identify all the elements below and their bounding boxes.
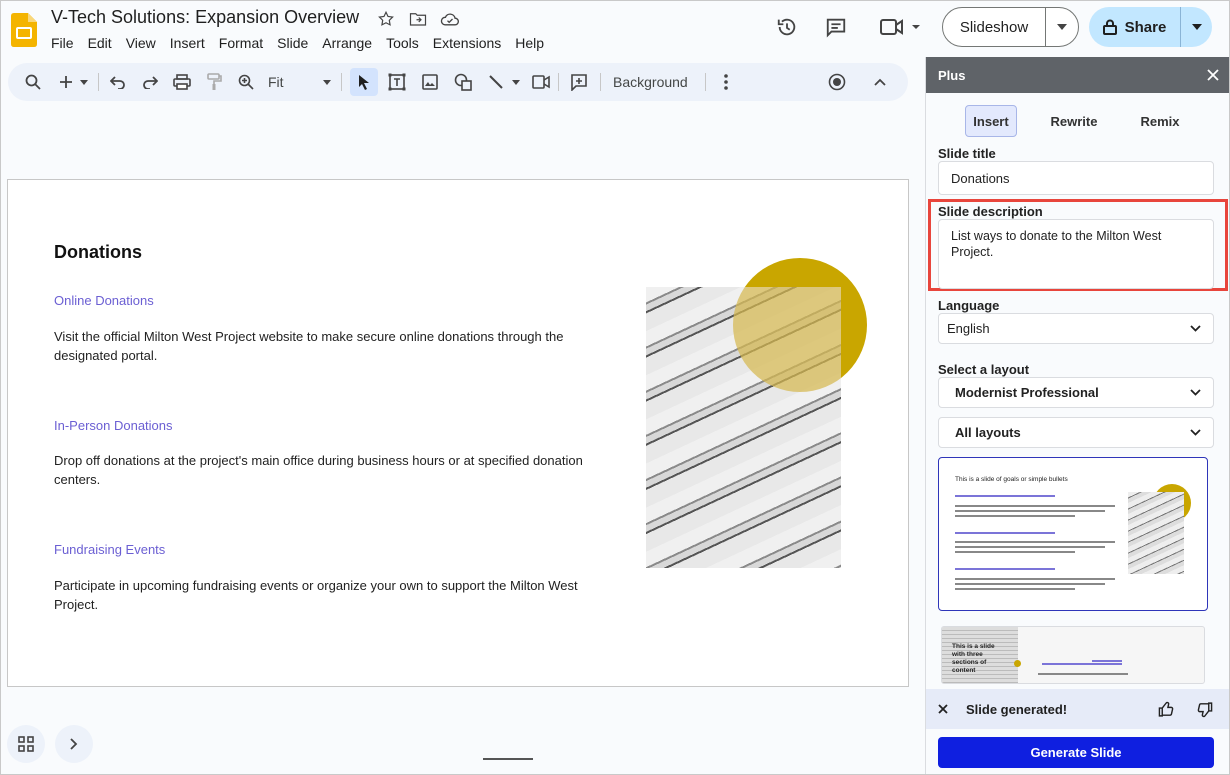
line-dropdown-icon[interactable] [510,72,522,92]
close-icon[interactable] [1207,69,1219,81]
slide-title[interactable]: Donations [54,242,142,263]
resize-handle[interactable] [483,758,533,760]
slide-title-input[interactable]: Donations [938,161,1214,195]
menu-format[interactable]: Format [219,35,270,51]
menu-view[interactable]: View [126,35,163,51]
menu-tools[interactable]: Tools [386,35,426,51]
cloud-status-icon[interactable] [439,9,461,29]
menu-help[interactable]: Help [515,35,551,51]
menu-file[interactable]: File [51,35,81,51]
chevron-down-icon [1190,325,1201,332]
chevron-right-icon [70,738,78,750]
expand-filmstrip-button[interactable] [55,725,93,763]
print-icon[interactable] [171,72,193,92]
share-dropdown-icon[interactable] [1181,7,1212,47]
dismiss-icon[interactable] [938,704,948,714]
document-title[interactable]: V-Tech Solutions: Expansion Overview [51,7,359,28]
section-heading[interactable]: Online Donations [54,293,154,308]
layout-filter-value: All layouts [955,425,1021,440]
status-text: Slide generated! [966,701,1068,717]
thumbnail-title: This is a slide with three sections of c… [952,643,995,674]
move-folder-icon[interactable] [407,9,429,29]
insert-image-icon[interactable] [419,72,441,92]
generate-slide-button[interactable]: Generate Slide [938,737,1214,768]
share-label: Share [1124,18,1167,36]
section-heading[interactable]: Fundraising Events [54,542,165,557]
toolbar: Fit Background [8,63,908,101]
language-value: English [947,321,990,336]
panel-title: Plus [938,67,966,83]
lock-icon [1102,19,1117,35]
slide-description-label: Slide description [938,204,1043,219]
menu-extensions[interactable]: Extensions [433,35,508,51]
section-body[interactable]: Drop off donations at the project's main… [54,451,624,489]
search-menus-icon[interactable] [22,72,44,92]
section-heading[interactable]: In-Person Donations [54,418,173,433]
thumbs-up-icon[interactable] [1158,701,1175,718]
status-bar: Slide generated! [926,689,1229,729]
layout-value: Modernist Professional [955,385,1099,400]
menu-arrange[interactable]: Arrange [322,35,379,51]
layout-thumbnail[interactable]: This is a slide with three sections of c… [941,626,1205,684]
language-select[interactable]: English [938,313,1214,344]
section-body[interactable]: Participate in upcoming fundraising even… [54,576,624,614]
slides-app: V-Tech Solutions: Expansion Overview Fil… [0,0,1230,775]
language-label: Language [938,298,1000,313]
slide-title-label: Slide title [938,146,996,161]
star-icon[interactable] [375,9,397,29]
slideshow-button[interactable]: Slideshow [942,7,1079,47]
zoom-dropdown-icon[interactable] [321,72,333,92]
background-button[interactable]: Background [613,74,688,90]
thumbnail-title: This is a slide of goals or simple bulle… [955,476,1068,483]
slideshow-label[interactable]: Slideshow [943,8,1046,46]
version-history-icon[interactable] [774,15,800,39]
share-button[interactable]: Share [1089,7,1212,47]
new-slide-dropdown-icon[interactable] [78,72,90,92]
menu-insert[interactable]: Insert [170,35,212,51]
tab-insert[interactable]: Insert [965,105,1017,137]
plus-side-panel: Plus Insert Rewrite Remix Slide title Do… [925,57,1229,774]
insert-video-icon[interactable] [530,72,552,92]
new-slide-icon[interactable] [55,72,77,92]
shape-icon[interactable] [452,72,474,92]
collapse-toolbar-icon[interactable] [869,72,891,92]
line-icon[interactable] [485,72,507,92]
layout-filter-select[interactable]: All layouts [938,417,1214,448]
circle-overlay [646,287,841,568]
record-icon[interactable] [826,72,848,92]
menu-edit[interactable]: Edit [88,35,119,51]
layout-label: Select a layout [938,362,1030,377]
more-options-icon[interactable] [715,72,737,92]
tab-remix[interactable]: Remix [1132,105,1188,137]
undo-icon[interactable] [107,72,129,92]
menu-bar: File Edit View Insert Format Slide Arran… [51,35,558,51]
thumbnail-image [1128,492,1184,574]
meet-camera-icon[interactable] [877,15,925,39]
layout-thumbnail[interactable]: This is a slide of goals or simple bulle… [938,457,1208,611]
thumbnail-dot [1014,660,1021,667]
slide-canvas[interactable]: Donations Online Donations Visit the off… [7,179,909,687]
grid-icon [18,736,34,752]
slideshow-dropdown-icon[interactable] [1046,8,1078,46]
section-body[interactable]: Visit the official Milton West Project w… [54,327,624,365]
comments-icon[interactable] [823,15,849,39]
redo-icon[interactable] [139,72,161,92]
select-tool-icon[interactable] [350,68,378,96]
add-comment-icon[interactable] [568,72,590,92]
zoom-icon[interactable] [235,72,257,92]
text-box-icon[interactable] [386,72,408,92]
panel-header: Plus [926,57,1229,93]
thumbs-down-icon[interactable] [1196,701,1213,718]
slides-logo-icon[interactable] [11,13,37,47]
paint-format-icon[interactable] [203,72,225,92]
tab-rewrite[interactable]: Rewrite [1044,105,1104,137]
layout-select[interactable]: Modernist Professional [938,377,1214,408]
menu-slide[interactable]: Slide [277,35,315,51]
chevron-down-icon [1190,429,1201,436]
zoom-select[interactable]: Fit [268,74,284,90]
slide-description-input[interactable]: List ways to donate to the Milton West P… [938,219,1214,289]
chevron-down-icon [1190,389,1201,396]
grid-view-button[interactable] [7,725,45,763]
